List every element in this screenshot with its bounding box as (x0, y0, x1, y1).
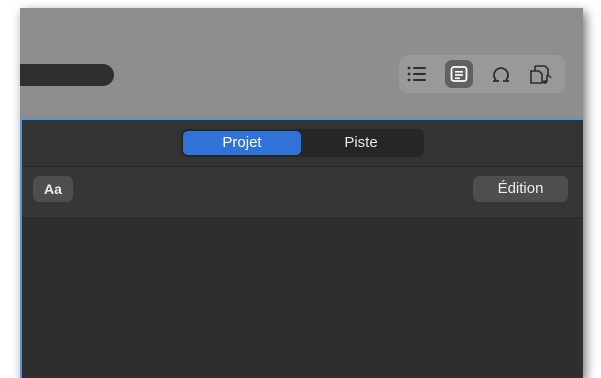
notes-view-button[interactable] (445, 60, 473, 88)
toolbar-field[interactable] (20, 64, 114, 86)
scope-segmented-control: Projet Piste (181, 129, 424, 157)
toolbar (20, 8, 583, 118)
app-window: Projet Piste Aa Édition (20, 8, 583, 378)
segment-row: Projet Piste (22, 120, 583, 167)
format-button[interactable]: Aa (33, 176, 73, 202)
edit-button[interactable]: Édition (473, 176, 568, 202)
list-icon (407, 66, 426, 82)
inspector-panel: Projet Piste Aa Édition (20, 118, 583, 378)
loop-icon (493, 67, 509, 82)
notes-content-area[interactable] (22, 218, 583, 378)
view-button-group (399, 55, 565, 93)
list-view-button[interactable] (403, 60, 431, 88)
loop-view-button[interactable] (487, 60, 515, 88)
edit-row: Aa Édition (22, 167, 583, 218)
score-view-button[interactable] (527, 60, 555, 88)
notes-icon (450, 66, 468, 82)
segment-projet[interactable]: Projet (183, 131, 301, 155)
score-icon (530, 65, 552, 84)
segment-piste[interactable]: Piste (302, 131, 420, 155)
